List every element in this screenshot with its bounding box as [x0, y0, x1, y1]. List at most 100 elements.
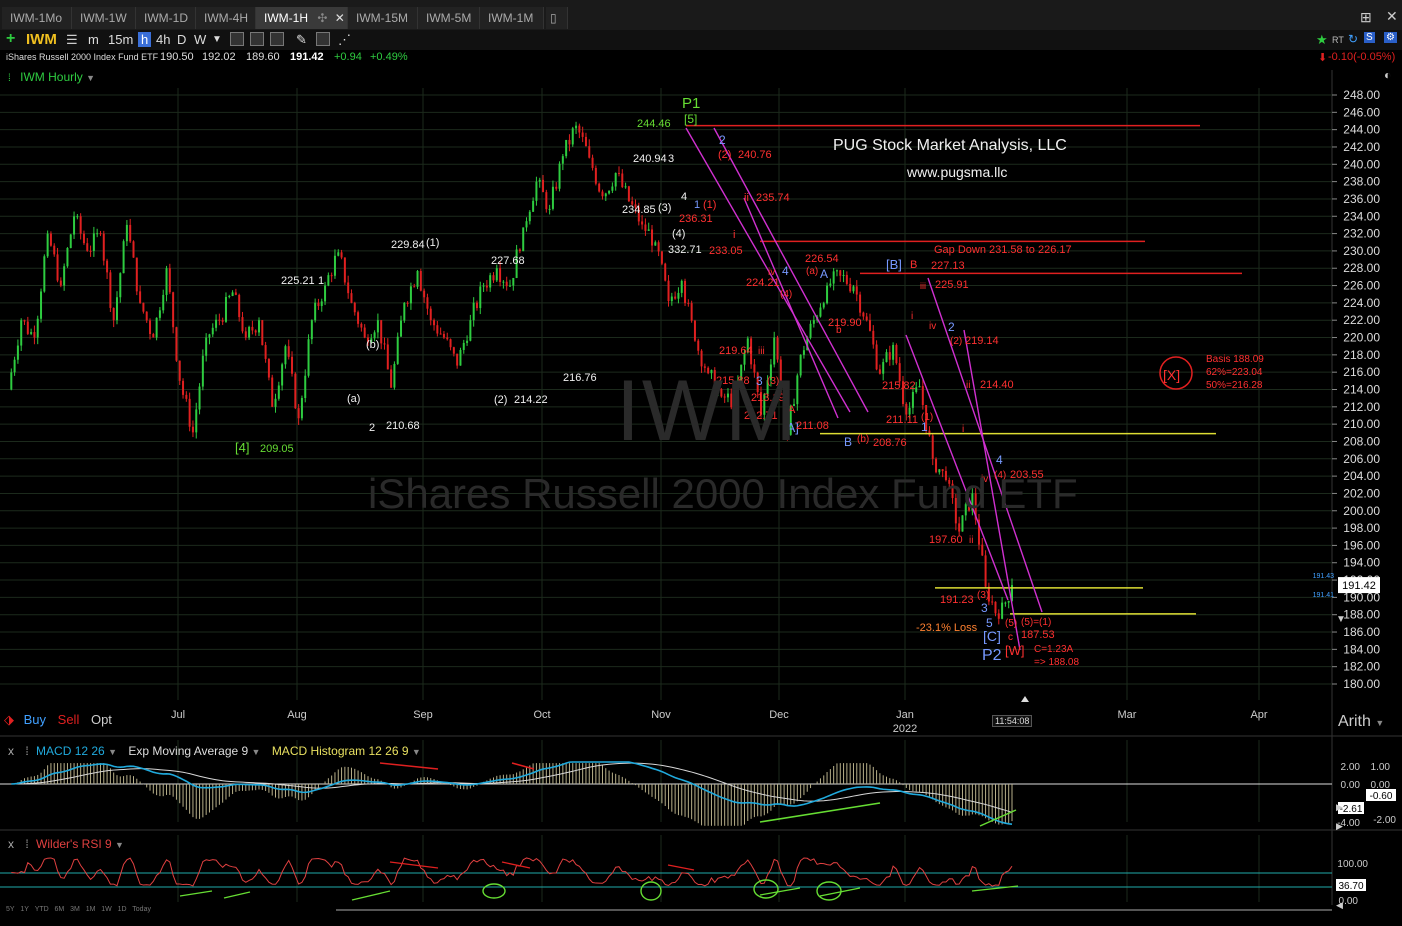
draw-pencil-icon[interactable]: ✎: [296, 32, 307, 48]
chart-annotation: 3: [981, 601, 988, 615]
range-1y[interactable]: 1Y: [20, 906, 29, 913]
tab-iwm-5m[interactable]: IWM-5M: [418, 7, 480, 29]
candle-body: [892, 344, 895, 360]
opt-button[interactable]: Opt: [91, 712, 112, 727]
chart-annotation: 2: [719, 133, 726, 147]
candle-body: [693, 320, 696, 341]
candle-body: [551, 186, 554, 209]
chart-type-icon[interactable]: [230, 32, 244, 46]
y-tick-label: 248.00: [1343, 88, 1380, 102]
interval-d[interactable]: D: [177, 32, 186, 47]
add-icon[interactable]: +: [6, 30, 15, 48]
ema-series-label[interactable]: Exp Moving Average 9: [128, 744, 248, 758]
candle-body: [621, 173, 624, 188]
settings-icon[interactable]: ⚙: [1384, 32, 1397, 43]
interval-m[interactable]: m: [88, 32, 99, 47]
rsi-dropdown-icon[interactable]: ▼: [115, 840, 124, 850]
rsi-handle-icon[interactable]: ⁞: [25, 837, 28, 851]
candle-body: [776, 337, 779, 360]
range-today[interactable]: Today: [132, 906, 151, 913]
ema-dropdown-icon[interactable]: ▼: [252, 747, 261, 757]
close-window-icon[interactable]: ✕: [1386, 8, 1398, 25]
candle-body: [852, 286, 855, 292]
chart-annotation: (2): [950, 336, 962, 347]
range-5y[interactable]: 5Y: [6, 906, 15, 913]
trade-icon[interactable]: ⬗: [4, 712, 14, 727]
candle-body: [386, 344, 389, 370]
candle-body: [617, 172, 620, 174]
candle-body: [297, 408, 300, 419]
range-3m[interactable]: 3M: [70, 906, 80, 913]
macd-close-icon[interactable]: x: [8, 744, 14, 758]
symbol-input[interactable]: IWM: [26, 31, 57, 48]
sell-button[interactable]: Sell: [58, 712, 80, 727]
buy-button[interactable]: Buy: [24, 712, 46, 727]
candle-body: [353, 302, 356, 313]
rsi-value-label: 36.70: [1338, 881, 1363, 892]
tab-iwm-1m[interactable]: IWM-1M: [480, 7, 544, 29]
range-6m[interactable]: 6M: [55, 906, 65, 913]
y-tick-label: 184.00: [1343, 642, 1380, 656]
macd-header: x ⁞ MACD 12 26 ▼ Exp Moving Average 9 ▼ …: [8, 744, 421, 758]
candle-body: [594, 167, 597, 184]
tab-iwm-4h[interactable]: IWM-4H: [196, 7, 256, 29]
interval-4h[interactable]: 4h: [156, 32, 170, 47]
candle-body: [773, 337, 776, 365]
interval-h[interactable]: h: [138, 32, 152, 47]
tab-iwm-1d[interactable]: IWM-1D: [136, 7, 196, 29]
rsi-series-label[interactable]: Wilder's RSI 9: [36, 837, 112, 851]
candle-body: [258, 320, 260, 333]
interval-15m[interactable]: 15m: [108, 32, 133, 47]
copy-icon[interactable]: [316, 32, 330, 46]
interval-w[interactable]: W: [194, 32, 206, 47]
list-icon[interactable]: ☰: [66, 32, 78, 48]
hist-series-label[interactable]: MACD Histogram 12 26 9: [272, 744, 409, 758]
hist-dropdown-icon[interactable]: ▼: [412, 747, 421, 757]
x-tick-label: Jan: [896, 709, 914, 721]
refresh-icon[interactable]: ↻: [1348, 32, 1358, 46]
candle-body: [122, 241, 125, 274]
tab-iwm-1w[interactable]: IWM-1W: [72, 7, 136, 29]
candle-body: [396, 336, 399, 364]
macd-handle-icon[interactable]: ⁞: [25, 744, 28, 758]
range-1d[interactable]: 1D: [118, 906, 127, 913]
candle-body: [182, 380, 185, 395]
range-1w[interactable]: 1W: [101, 906, 112, 913]
chart-annotation: i: [733, 229, 735, 241]
candle-body: [446, 337, 449, 340]
candle-body: [684, 280, 687, 304]
scale-mode[interactable]: Arith ▼: [1338, 713, 1384, 731]
tab-iwm-15m[interactable]: IWM-15M: [348, 7, 418, 29]
palette-icon[interactable]: ◐: [1384, 68, 1391, 82]
candle-body: [489, 275, 492, 288]
interval-dropdown-icon[interactable]: ▼: [212, 34, 222, 45]
tab-iwm-1h[interactable]: IWM-1H ✣ ✕: [256, 7, 348, 29]
y-tick-label: 236.00: [1343, 192, 1380, 206]
candle-body: [142, 302, 145, 312]
range-1m[interactable]: 1M: [86, 906, 96, 913]
tab-iwm-1mo[interactable]: IWM-1Mo: [2, 7, 72, 29]
macd-dropdown-icon[interactable]: ▼: [108, 747, 117, 757]
chart-title-dropdown-icon[interactable]: ▼: [86, 73, 95, 83]
low-value: 189.60: [246, 51, 280, 63]
candle-body: [16, 345, 19, 360]
chart-annotation: 208.76: [873, 437, 907, 449]
rsi-close-icon[interactable]: x: [8, 837, 14, 851]
chart-annotation: A: [820, 267, 828, 281]
chart-annotation: 4: [681, 191, 687, 203]
indicators-icon[interactable]: [250, 32, 264, 46]
dropdown-handle-icon[interactable]: ⁞: [8, 73, 11, 84]
sync-icon[interactable]: S: [1364, 32, 1375, 43]
range-ytd[interactable]: YTD: [35, 906, 49, 913]
share-icon[interactable]: ⋰: [338, 32, 351, 48]
candle-body: [267, 358, 270, 378]
candle-body: [155, 317, 158, 338]
layout-icon[interactable]: ⊞: [1360, 9, 1372, 26]
candle-body: [991, 601, 994, 603]
macd-series-label[interactable]: MACD 12 26: [36, 744, 105, 758]
new-tab-icon[interactable]: ▯: [546, 7, 568, 29]
close-icon[interactable]: ✕: [335, 11, 345, 25]
star-icon[interactable]: ★: [1316, 32, 1328, 48]
candle-body: [406, 302, 409, 304]
layout-grid-icon[interactable]: [270, 32, 284, 46]
